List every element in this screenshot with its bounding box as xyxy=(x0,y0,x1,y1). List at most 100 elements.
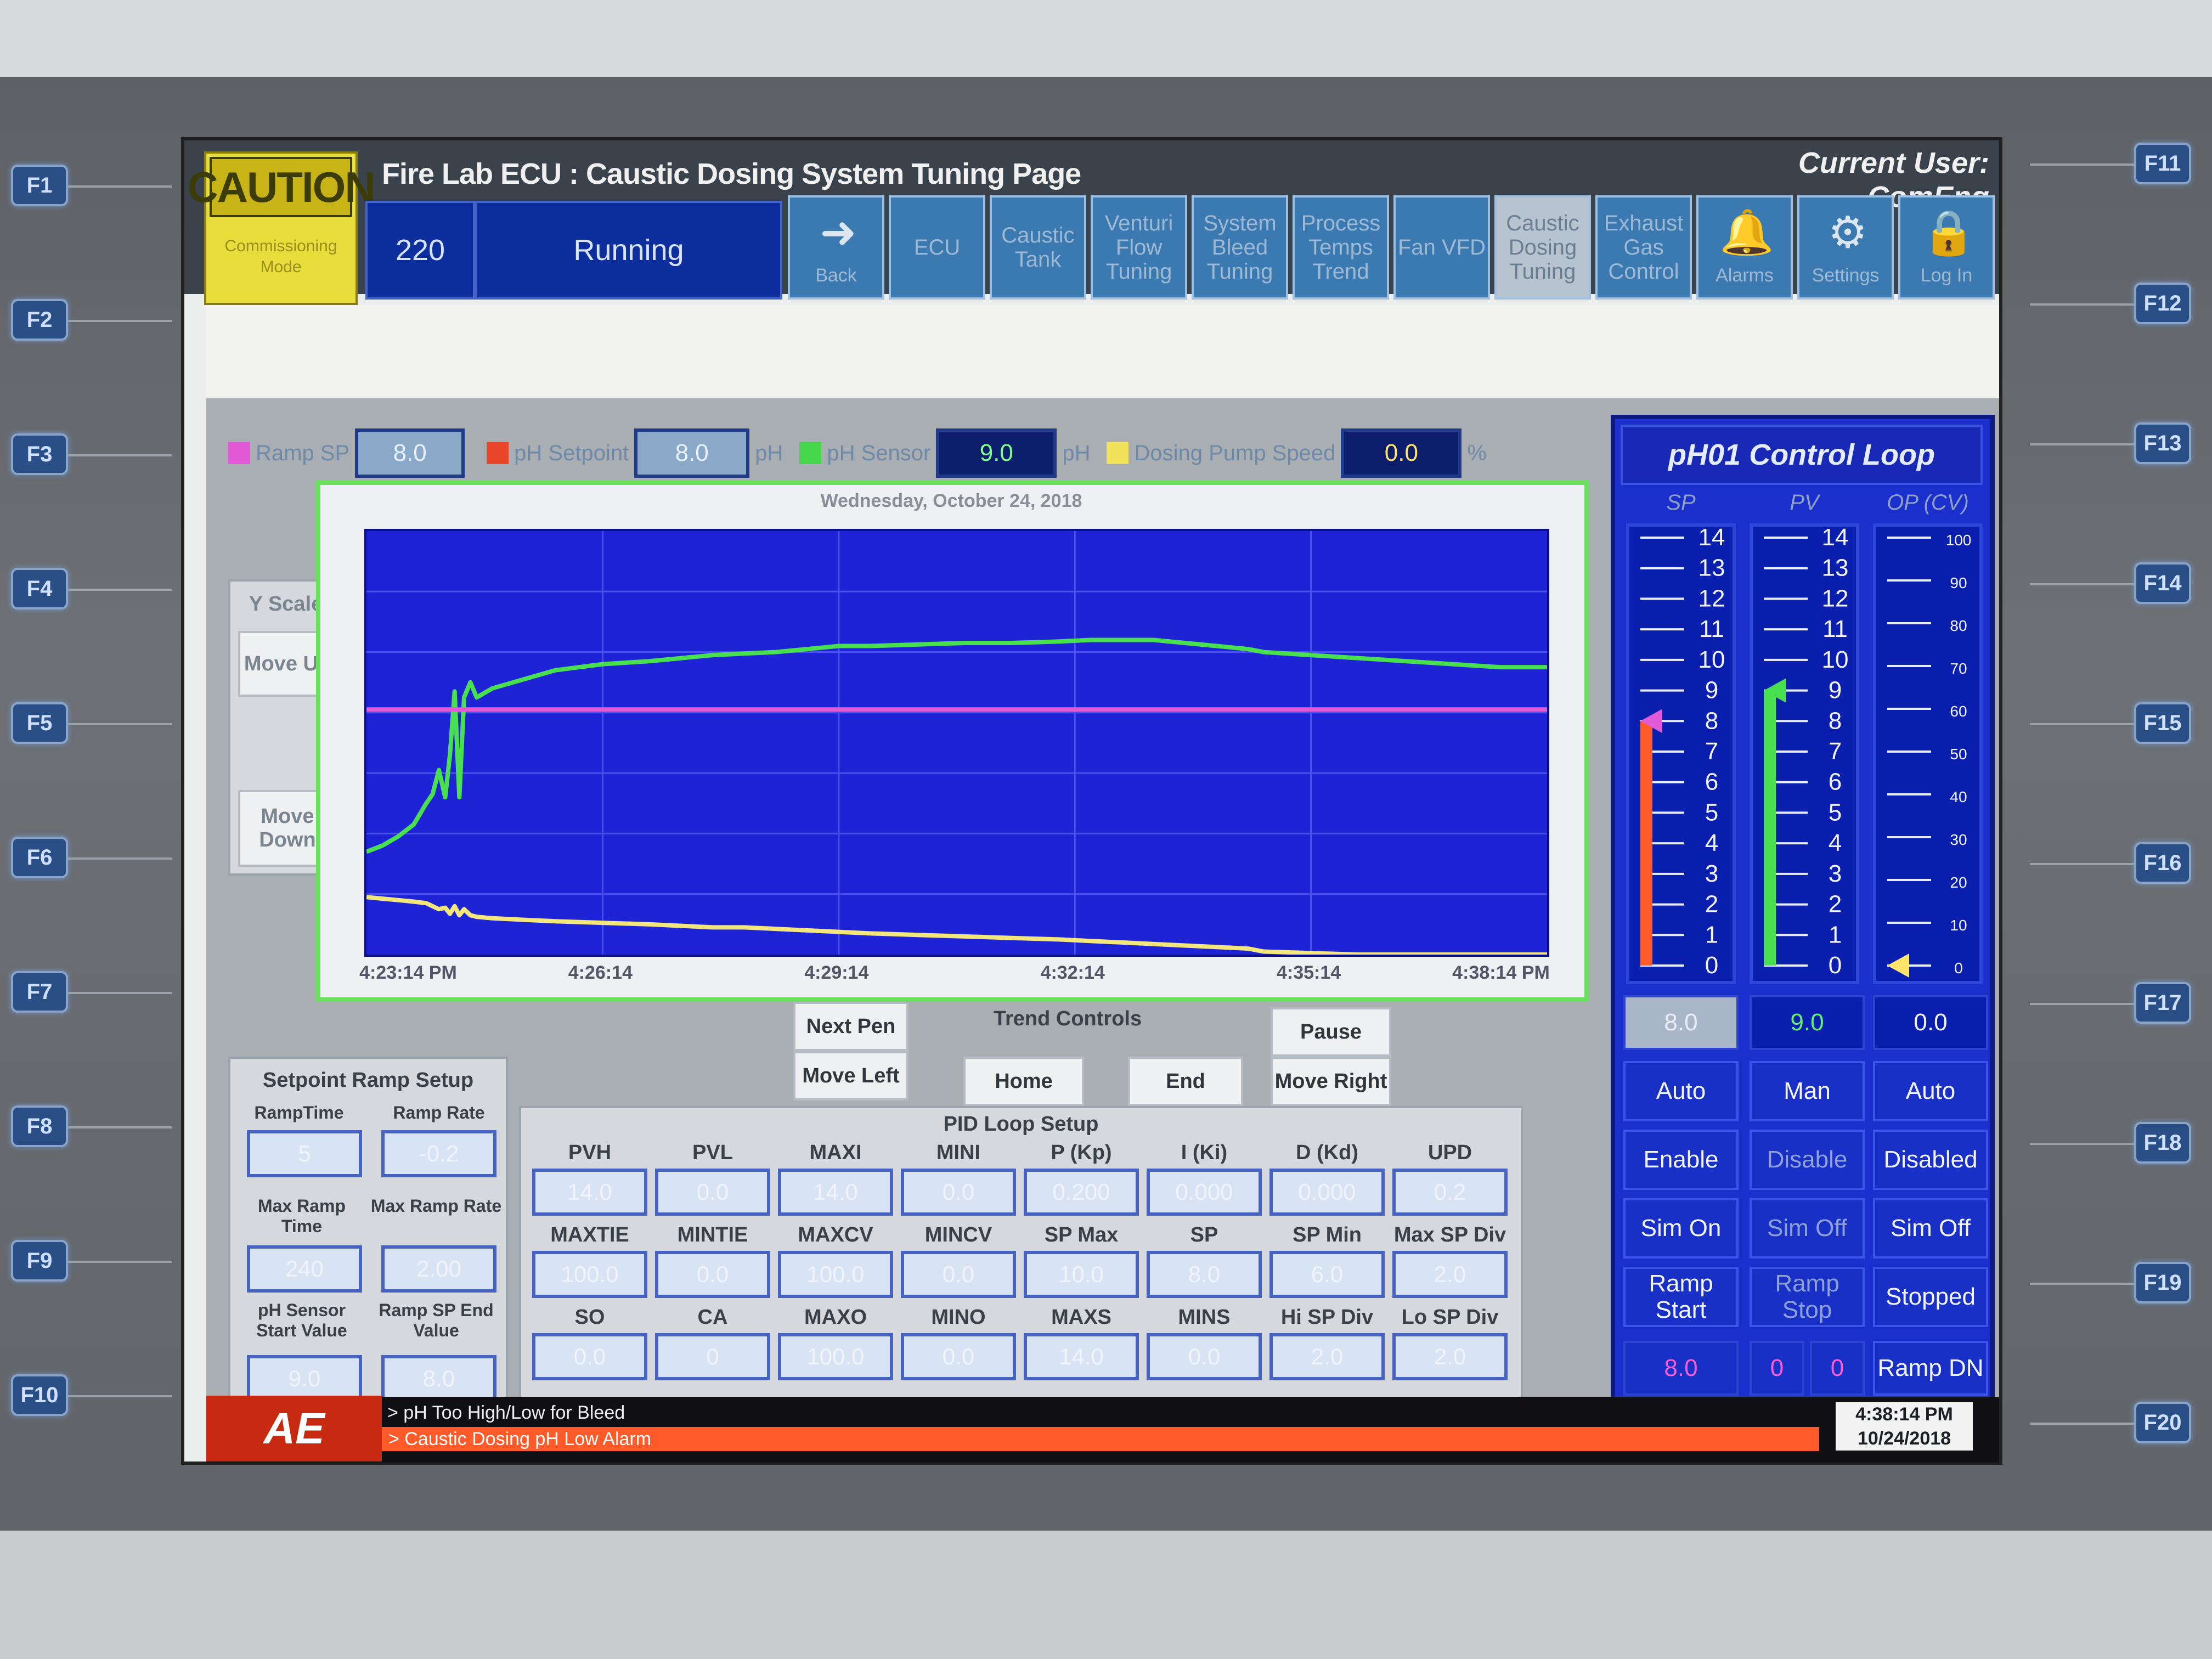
pid-input[interactable]: 0.0 xyxy=(1147,1333,1262,1380)
caution-indicator[interactable]: CAUTION Commissioning Mode xyxy=(187,151,376,305)
loop-button[interactable]: Sim Off xyxy=(1750,1198,1865,1259)
nav-button[interactable]: ⚙ Settings xyxy=(1797,195,1894,300)
loop-button[interactable]: Ramp Start xyxy=(1623,1267,1739,1327)
scale-label: 30 xyxy=(1950,831,1967,848)
op-bar-svg: 1009080706050403020100 xyxy=(1887,532,1971,978)
pid-input[interactable]: 8.0 xyxy=(1147,1251,1262,1298)
pid-input[interactable]: 0.0 xyxy=(901,1169,1016,1216)
max-ramp-rate-label: Max Ramp Rate xyxy=(370,1196,502,1216)
scale-label: 40 xyxy=(1950,788,1967,805)
scale-label: 3 xyxy=(1705,860,1718,887)
sp-column-label: SP xyxy=(1666,490,1696,515)
fkey-f17[interactable]: F17 xyxy=(2134,982,2191,1024)
max-ramp-time-input[interactable]: 240 xyxy=(247,1245,362,1293)
fkey-f19[interactable]: F19 xyxy=(2134,1262,2191,1304)
scale-label: 7 xyxy=(1829,738,1842,765)
trend-chart[interactable]: Wednesday, October 24, 2018 4:23:14 PM 4:… xyxy=(316,481,1589,1002)
fkey-f13[interactable]: F13 xyxy=(2134,422,2191,464)
fkey-line xyxy=(68,1261,172,1263)
nav-button[interactable]: ➜ Back xyxy=(788,195,884,300)
fkey-f11[interactable]: F11 xyxy=(2134,143,2191,184)
nav-button[interactable]: Caustic Tank xyxy=(990,195,1086,300)
scale-label: 11 xyxy=(1822,616,1848,642)
pid-input[interactable]: 2.0 xyxy=(1392,1251,1508,1298)
nav-button[interactable]: Fan VFD xyxy=(1393,195,1490,300)
pid-input[interactable]: 0.200 xyxy=(1024,1169,1139,1216)
alarm-message-2[interactable]: > Caustic Dosing pH Low Alarm xyxy=(382,1427,1819,1451)
ramp-rate-input[interactable]: -0.2 xyxy=(381,1130,496,1177)
nav-button[interactable]: Caustic Dosing Tuning xyxy=(1494,195,1591,300)
pid-input[interactable]: 0.0 xyxy=(901,1333,1016,1380)
ph-setpoint-swatch xyxy=(487,442,509,464)
fkey-f9[interactable]: F9 xyxy=(11,1240,68,1282)
loop-button[interactable]: Auto xyxy=(1623,1061,1739,1121)
fkey-f3[interactable]: F3 xyxy=(11,433,68,475)
max-ramp-rate-input[interactable]: 2.00 xyxy=(381,1245,496,1293)
pid-input[interactable]: 0.2 xyxy=(1392,1169,1508,1216)
nav-button[interactable]: 🔔 Alarms xyxy=(1696,195,1793,300)
scale-label: 90 xyxy=(1950,574,1967,591)
nav-button[interactable]: ECU xyxy=(889,195,985,300)
nav-button[interactable]: 🔒 Log In xyxy=(1898,195,1995,300)
pid-input[interactable]: 0.000 xyxy=(1269,1169,1385,1216)
pv-column-label: PV xyxy=(1790,490,1819,515)
level-fill xyxy=(1640,721,1652,966)
fkey-f4[interactable]: F4 xyxy=(11,568,68,610)
pid-input[interactable]: 10.0 xyxy=(1024,1251,1139,1298)
pid-input[interactable]: 0 xyxy=(655,1333,770,1380)
pid-input[interactable]: 2.0 xyxy=(1269,1333,1385,1380)
fkey-line xyxy=(68,723,172,725)
pid-input[interactable]: 100.0 xyxy=(778,1251,893,1298)
end-button[interactable]: End xyxy=(1128,1057,1243,1106)
pid-input[interactable]: 0.0 xyxy=(532,1333,647,1380)
pid-input[interactable]: 14.0 xyxy=(778,1169,893,1216)
ae-logo: AE xyxy=(206,1396,382,1462)
nav-button[interactable]: System Bleed Tuning xyxy=(1192,195,1288,300)
alarm-message-1[interactable]: > pH Too High/Low for Bleed xyxy=(387,1402,625,1424)
pid-input[interactable]: 0.0 xyxy=(655,1251,770,1298)
fkey-f18[interactable]: F18 xyxy=(2134,1122,2191,1164)
next-pen-button[interactable]: Next Pen xyxy=(793,1002,909,1051)
loop-button[interactable]: Sim On xyxy=(1623,1198,1739,1259)
pid-input[interactable]: 14.0 xyxy=(1024,1333,1139,1380)
pid-label: P (Kp) xyxy=(1051,1141,1112,1164)
clock-time: 4:38:14 PM xyxy=(1855,1404,1953,1425)
fkey-f20[interactable]: F20 xyxy=(2134,1402,2191,1443)
fkey-f7[interactable]: F7 xyxy=(11,971,68,1013)
loop-button[interactable]: Ramp Stop xyxy=(1750,1267,1865,1327)
ramp-time-input[interactable]: 5 xyxy=(247,1130,362,1177)
nav-button[interactable]: Exhaust Gas Control xyxy=(1595,195,1692,300)
pid-input[interactable]: 6.0 xyxy=(1269,1251,1385,1298)
ramp-setup-title: Setpoint Ramp Setup xyxy=(262,1069,474,1092)
fkey-f2[interactable]: F2 xyxy=(11,299,68,341)
move-right-button[interactable]: Move Right xyxy=(1271,1057,1391,1106)
pid-input[interactable]: 14.0 xyxy=(532,1169,647,1216)
loop-button[interactable]: Disable xyxy=(1750,1130,1865,1190)
nav-button[interactable]: Venturi Flow Tuning xyxy=(1091,195,1187,300)
move-left-button[interactable]: Move Left xyxy=(793,1051,909,1101)
pause-button[interactable]: Pause xyxy=(1271,1007,1391,1057)
sp-value[interactable]: 8.0 xyxy=(1623,995,1739,1050)
pid-input[interactable]: 100.0 xyxy=(532,1251,647,1298)
fkey-f8[interactable]: F8 xyxy=(11,1105,68,1147)
pid-input[interactable]: 0.0 xyxy=(901,1251,1016,1298)
pid-input[interactable]: 100.0 xyxy=(778,1333,893,1380)
fkey-f5[interactable]: F5 xyxy=(11,702,68,744)
fkey-f16[interactable]: F16 xyxy=(2134,842,2191,884)
home-button[interactable]: Home xyxy=(963,1057,1084,1106)
fkey-f15[interactable]: F15 xyxy=(2134,702,2191,744)
fkey-f10[interactable]: F10 xyxy=(11,1374,68,1416)
loop-button[interactable]: Man xyxy=(1750,1061,1865,1121)
pid-input[interactable]: 2.0 xyxy=(1392,1333,1508,1380)
fkey-f6[interactable]: F6 xyxy=(11,837,68,878)
nav-button[interactable]: Process Temps Trend xyxy=(1293,195,1389,300)
fkey-f12[interactable]: F12 xyxy=(2134,283,2191,324)
fkey-line xyxy=(68,1395,172,1397)
pid-input[interactable]: 0.000 xyxy=(1147,1169,1262,1216)
pid-label: PVH xyxy=(568,1141,612,1164)
fkey-f1[interactable]: F1 xyxy=(11,165,68,206)
ramp-end-input[interactable]: 8.0 xyxy=(381,1355,496,1402)
fkey-f14[interactable]: F14 xyxy=(2134,562,2191,604)
pid-input[interactable]: 0.0 xyxy=(655,1169,770,1216)
loop-button[interactable]: Enable xyxy=(1623,1130,1739,1190)
